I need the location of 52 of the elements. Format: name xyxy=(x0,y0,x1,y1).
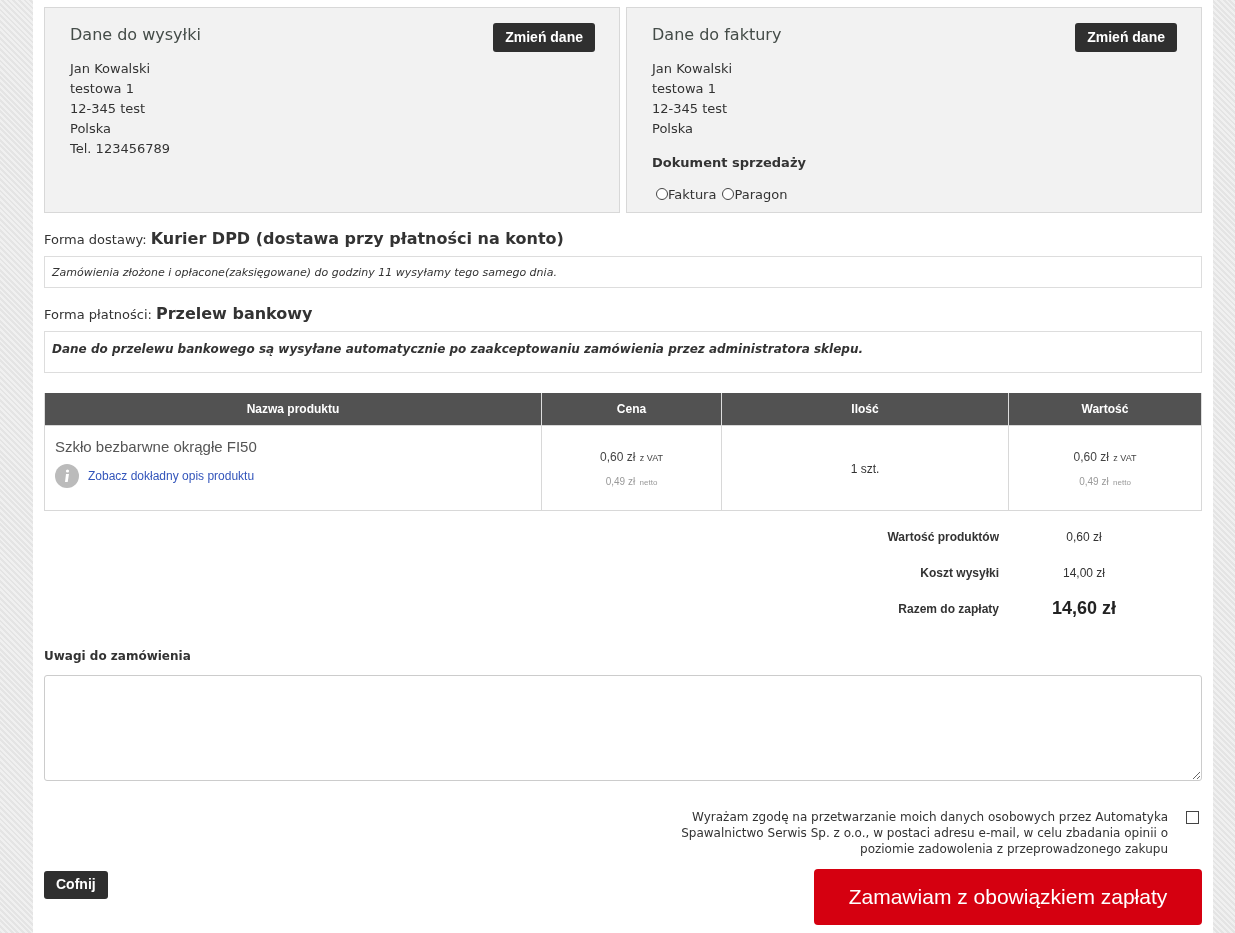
net-note: netto xyxy=(639,477,658,487)
summary-value: 14,00 zł xyxy=(1062,564,1106,582)
back-button[interactable]: Cofnij xyxy=(44,870,108,899)
method-note: Zamówienia złożone i opłacone(zaksięgowane) do godziny 11 wysyłamy tego samego dnia. xyxy=(44,256,1202,288)
consent-text: Wyrażam zgodę na przetwarzanie moich danych osobowych przez Automatyka Spawalnictwo Serwis Sp. z o.o., w postaci adresu e-mail, w celu zbadania opinii o poziomie zadowolenia z przeprowadzonego zakupu xyxy=(680,808,1168,857)
gross-price: 0,60 zł xyxy=(1073,449,1109,464)
document-label: Dokument sprzedaży xyxy=(652,154,806,172)
product-details-link[interactable]: Zobacz dokładny opis produktu xyxy=(88,467,255,485)
net-price: 0,49 zł xyxy=(1079,475,1109,487)
quantity-cell: 1 szt. xyxy=(850,461,880,476)
address-line: 12-345 test xyxy=(652,100,729,118)
change-data-button[interactable]: Zmień dane xyxy=(493,23,595,52)
column-header: Nazwa produktu xyxy=(44,393,542,425)
card-title: Dane do wysyłki xyxy=(70,24,201,46)
summary-value: 14,60 zł xyxy=(1050,597,1117,620)
vat-note: z VAT xyxy=(639,452,663,463)
net-note: netto xyxy=(1113,477,1131,487)
address-line: Jan Kowalski xyxy=(70,60,152,78)
gross-price: 0,60 zł xyxy=(600,449,636,464)
method-note: Dane do przelewu bankowego są wysyłane automatycznie po zaakceptowaniu zamówienia przez administratora sklepu. xyxy=(44,331,1202,373)
method-label: Forma płatności: xyxy=(44,306,152,324)
summary-label: Razem do zapłaty xyxy=(897,600,999,618)
place-order-button[interactable]: Zamawiam z obowiązkiem zapłaty xyxy=(814,868,1202,925)
column-header: Wartość xyxy=(1008,393,1202,425)
method-value: Kurier DPD (dostawa przy płatności na konto) xyxy=(150,228,564,250)
notes-label: Uwagi do zamówienia xyxy=(44,647,192,665)
net-price: 0,49 zł xyxy=(605,475,636,487)
address-line: Polska xyxy=(652,120,694,138)
address-line: Tel. 123456789 xyxy=(70,140,172,158)
card-title: Dane do faktury xyxy=(652,24,783,46)
vat-note: z VAT xyxy=(1113,452,1137,463)
column-header: Ilość xyxy=(721,393,1009,425)
method-label: Forma dostawy: xyxy=(44,231,147,249)
summary-label: Koszt wysyłki xyxy=(919,564,999,582)
address-line: testowa 1 xyxy=(70,80,135,98)
radio-button[interactable] xyxy=(656,188,668,201)
radio-button[interactable] xyxy=(722,188,735,201)
address-line: 12-345 test xyxy=(70,100,147,118)
change-data-button[interactable]: Zmień dane xyxy=(1075,23,1177,52)
product-name: Szkło bezbarwne okrągłe FI50 xyxy=(55,436,258,457)
address-line: Jan Kowalski xyxy=(652,60,734,78)
method-value: Przelew bankowy xyxy=(155,303,313,325)
column-header: Cena xyxy=(541,393,722,425)
radio-label: Faktura xyxy=(668,185,717,204)
summary-value: 0,60 zł xyxy=(1065,528,1103,546)
radio-label: Paragon xyxy=(734,185,788,204)
address-line: testowa 1 xyxy=(652,80,717,98)
notes-field[interactable] xyxy=(44,674,1202,781)
info-icon xyxy=(55,464,79,488)
summary-label: Wartość produktów xyxy=(886,528,999,546)
address-line: Polska xyxy=(70,120,112,138)
consent-checkbox[interactable] xyxy=(1186,810,1199,824)
